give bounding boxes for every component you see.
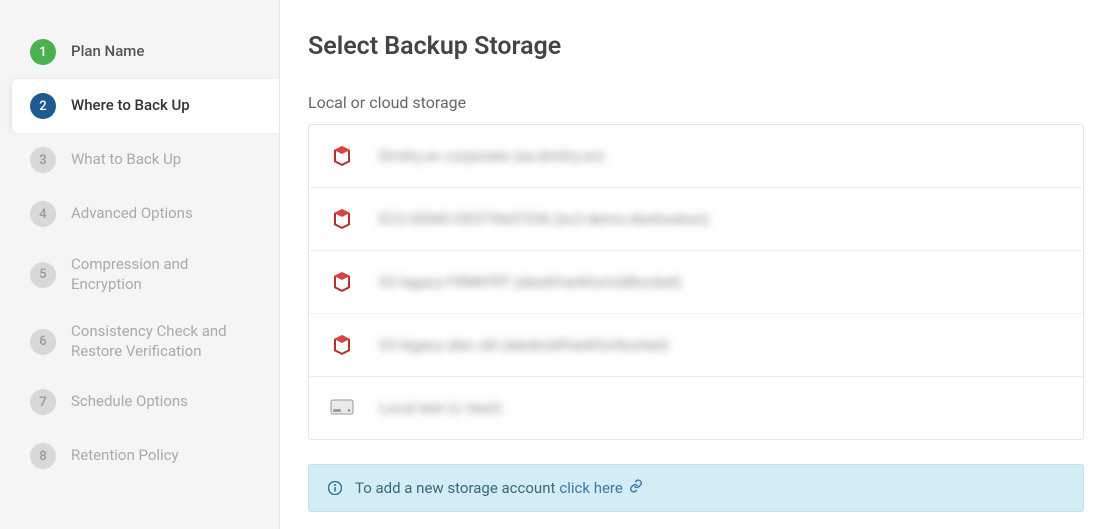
storage-label: EC2-DEMO-DESTINATION (ec2-demo-destinati… [379, 210, 709, 228]
info-text: To add a new storage account [355, 479, 555, 497]
step-label: Compression and Encryption [71, 255, 261, 294]
storage-label: S3 legacy FRNKFRT (alexkfrankfurtcblbuck… [379, 273, 682, 291]
step-number: 5 [30, 262, 56, 288]
section-label: Local or cloud storage [308, 93, 1084, 112]
step-number: 7 [30, 389, 56, 415]
step-label: Plan Name [71, 42, 144, 62]
step-what-to-back-up[interactable]: 3 What to Back Up [0, 133, 279, 187]
step-where-to-back-up[interactable]: 2 Where to Back Up [12, 79, 279, 133]
info-banner: To add a new storage account click here [308, 464, 1084, 512]
storage-label: Local test (c:\test) [379, 399, 502, 417]
step-number: 8 [30, 443, 56, 469]
storage-list: Dmitry.ev corporate (sa-dmitry-ev) EC2-D… [308, 124, 1084, 440]
add-storage-link[interactable]: click here [559, 479, 622, 497]
main-content: Select Backup Storage Local or cloud sto… [280, 0, 1112, 529]
step-compression-encryption[interactable]: 5 Compression and Encryption [0, 241, 279, 308]
step-consistency-check[interactable]: 6 Consistency Check and Restore Verifica… [0, 308, 279, 375]
storage-item[interactable]: Local test (c:\test) [309, 377, 1083, 439]
storage-item[interactable]: S3 legacy FRNKFRT (alexkfrankfurtcblbuck… [309, 251, 1083, 314]
storage-item[interactable]: EC2-DEMO-DESTINATION (ec2-demo-destinati… [309, 188, 1083, 251]
step-label: Where to Back Up [71, 96, 190, 116]
page-title: Select Backup Storage [308, 32, 1084, 61]
step-number: 1 [30, 39, 56, 65]
step-label: Schedule Options [71, 392, 188, 412]
storage-item[interactable]: S3 legacy alex cbl (alexkcblfrankfurtbuc… [309, 314, 1083, 377]
step-label: Advanced Options [71, 204, 193, 224]
step-number: 3 [30, 147, 56, 173]
step-number: 6 [30, 329, 56, 355]
step-label: Consistency Check and Restore Verificati… [71, 322, 261, 361]
step-number: 2 [30, 93, 56, 119]
info-icon [327, 480, 343, 496]
storage-label: S3 legacy alex cbl (alexkcblfrankfurtbuc… [379, 336, 669, 354]
step-label: Retention Policy [71, 446, 179, 466]
s3-bucket-icon [329, 143, 355, 169]
step-number: 4 [30, 201, 56, 227]
s3-bucket-icon [329, 206, 355, 232]
s3-bucket-icon [329, 332, 355, 358]
s3-bucket-icon [329, 269, 355, 295]
storage-item[interactable]: Dmitry.ev corporate (sa-dmitry-ev) [309, 125, 1083, 188]
step-schedule-options[interactable]: 7 Schedule Options [0, 375, 279, 429]
step-retention-policy[interactable]: 8 Retention Policy [0, 429, 279, 483]
step-advanced-options[interactable]: 4 Advanced Options [0, 187, 279, 241]
link-icon [629, 479, 643, 497]
wizard-sidebar: 1 Plan Name 2 Where to Back Up 3 What to… [0, 0, 280, 529]
step-plan-name[interactable]: 1 Plan Name [0, 25, 279, 79]
storage-label: Dmitry.ev corporate (sa-dmitry-ev) [379, 147, 605, 165]
local-disk-icon [329, 395, 355, 421]
step-label: What to Back Up [71, 150, 181, 170]
